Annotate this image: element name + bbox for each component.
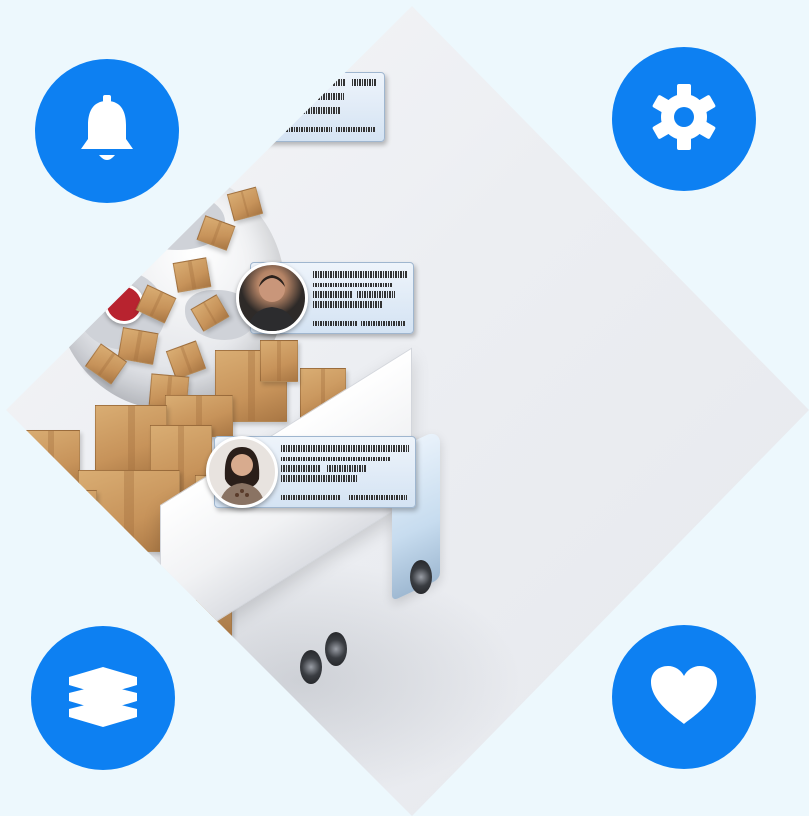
avatar [236,262,308,334]
bell-button[interactable] [35,59,179,203]
truck-wheel [410,560,432,594]
truck-wheel [300,650,322,684]
layers-icon [65,665,141,732]
bell-icon [77,93,137,170]
layers-button[interactable] [31,626,175,770]
gear-icon [649,82,719,157]
settings-button[interactable] [612,47,756,191]
id-card [255,72,385,142]
truck-wheel [325,632,347,666]
page [0,0,809,816]
favorite-button[interactable] [612,625,756,769]
heart-icon [649,664,719,731]
avatar [206,436,278,508]
